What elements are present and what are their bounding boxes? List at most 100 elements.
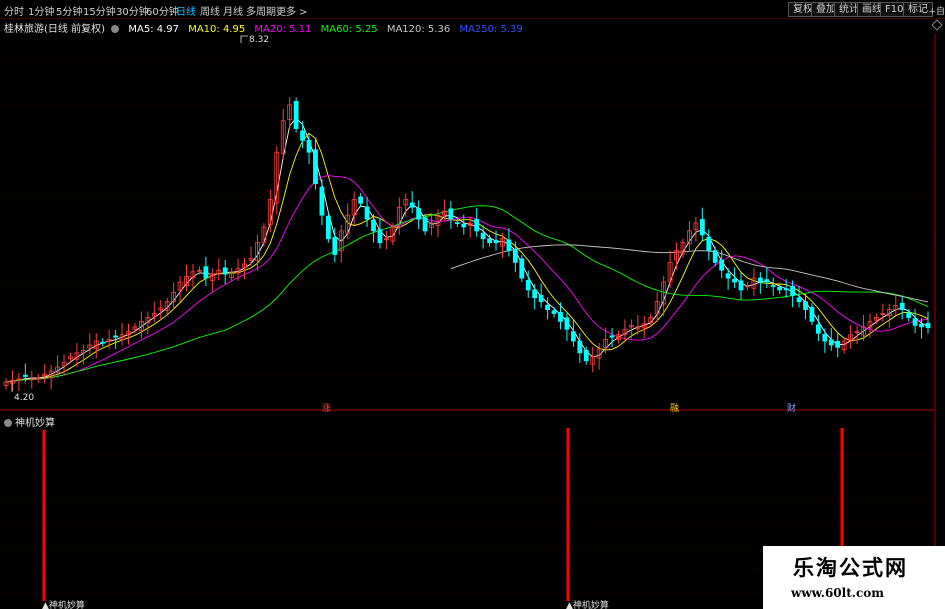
candle-body <box>906 312 912 318</box>
candle-body <box>409 202 415 208</box>
tab-more[interactable]: 更多 > <box>276 3 308 18</box>
candle-body <box>222 267 228 275</box>
toolbar: 分时 1分钟 5分钟 15分钟 30分钟 60分钟 日线 周线 月线 多周期 更… <box>0 0 945 19</box>
candle-body <box>719 259 725 271</box>
candle-body <box>493 239 499 244</box>
candle-body <box>919 323 924 328</box>
candle-body <box>474 219 480 232</box>
indicator-signals <box>42 428 844 601</box>
candle-body <box>506 239 512 251</box>
ma120-legend: MA120: 5.36 <box>386 24 451 35</box>
signal-label-2: ▲神机妙算 <box>566 601 609 609</box>
ma20-line <box>5 175 929 383</box>
candle-body <box>545 304 550 310</box>
candle-body <box>796 297 802 303</box>
candle-body <box>790 285 796 296</box>
tab-monthly[interactable]: 月线 <box>223 3 243 18</box>
ma250-legend: MA250: 5.39 <box>459 24 523 35</box>
candle-body <box>300 130 305 141</box>
high-pointer <box>240 35 248 43</box>
gear-icon[interactable] <box>4 419 12 427</box>
ma5-legend: MA5: 4.97 <box>128 24 180 35</box>
candle-body <box>480 232 486 240</box>
candle-body <box>487 238 492 244</box>
candle-body <box>835 341 841 348</box>
event-tag-cai[interactable]: 财 <box>787 401 796 414</box>
grid-lines <box>0 59 935 594</box>
candle-body <box>803 301 808 310</box>
low-price-label: 4.20 <box>14 393 34 403</box>
tab-daily[interactable]: 日线 <box>176 3 196 18</box>
candle-body <box>364 206 370 220</box>
ma60-line <box>5 205 929 383</box>
moving-average-lines <box>5 117 929 383</box>
watermark-title: 乐淘公式网 <box>793 556 908 580</box>
watermark-url: www.60lt.com <box>791 586 884 600</box>
candle-body <box>325 215 331 240</box>
stock-label: 桂林旅游(日线 前复权) <box>4 24 105 35</box>
candle-body <box>512 248 518 263</box>
watermark: 乐淘公式网 www.60lt.com <box>763 546 945 609</box>
event-tag-zhang[interactable]: 涨 <box>322 401 331 414</box>
tab-15min[interactable]: 15分钟 <box>83 3 116 18</box>
candle-body <box>583 350 589 362</box>
candle-body <box>371 219 376 232</box>
candle-body <box>416 208 422 220</box>
tab-fenshi[interactable]: 分时 <box>4 3 24 18</box>
signal-bar <box>840 428 844 546</box>
candle-body <box>815 324 821 334</box>
tab-1min[interactable]: 1分钟 <box>28 3 54 18</box>
ma5-line <box>5 117 929 383</box>
main-chart-header: 桂林旅游(日线 前复权) MA5: 4.97 MA10: 4.95 MA20: … <box>0 20 523 35</box>
candle-body <box>712 250 718 263</box>
candle-body <box>313 149 318 185</box>
high-price-label: 8.32 <box>249 35 269 45</box>
event-tag-rong[interactable]: 融 <box>670 401 679 414</box>
signal-bar <box>566 428 570 601</box>
candle-body <box>764 279 770 283</box>
candle-body <box>319 186 325 216</box>
extra-tool-button[interactable]: +自 <box>928 4 945 17</box>
candle-body <box>519 258 525 279</box>
candle-body <box>609 335 615 338</box>
candle-body <box>203 266 209 279</box>
candle-body <box>448 208 454 220</box>
tab-5min[interactable]: 5分钟 <box>56 3 82 18</box>
indicator-title: 神机妙算 <box>4 414 55 429</box>
tab-multi-period[interactable]: 多周期 <box>246 3 276 18</box>
tab-60min[interactable]: 60分钟 <box>146 3 179 18</box>
ma20-legend: MA20: 5.11 <box>254 24 312 35</box>
candle-body <box>22 374 28 377</box>
candle-body <box>358 196 364 204</box>
candle-body <box>577 340 583 354</box>
ma10-legend: MA10: 4.95 <box>188 24 246 35</box>
gear-icon[interactable] <box>111 25 120 33</box>
candle-body <box>738 280 744 291</box>
candle-body <box>293 101 299 129</box>
candle-body <box>377 229 383 244</box>
candlesticks <box>3 97 931 392</box>
candle-body <box>525 280 531 291</box>
candle-body <box>757 277 763 283</box>
candle-body <box>100 341 106 344</box>
candle-body <box>113 335 119 338</box>
candle-body <box>706 236 712 251</box>
ma60-legend: MA60: 5.25 <box>320 24 378 35</box>
candle-body <box>783 288 789 291</box>
tab-weekly[interactable]: 周线 <box>200 3 220 18</box>
candle-body <box>770 285 776 287</box>
candle-body <box>570 331 576 342</box>
candle-body <box>777 286 783 291</box>
candle-body <box>461 223 467 228</box>
candle-body <box>828 339 834 346</box>
signal-label-1: ▲神机妙算 <box>42 601 85 609</box>
candle-body <box>732 278 737 283</box>
signal-bar <box>42 430 46 601</box>
candle-body <box>422 217 428 232</box>
tab-30min[interactable]: 30分钟 <box>116 3 149 18</box>
candle-body <box>899 302 905 310</box>
candle-body <box>332 237 338 255</box>
candle-body <box>558 311 563 322</box>
candle-body <box>551 310 557 314</box>
candle-body <box>454 222 460 225</box>
